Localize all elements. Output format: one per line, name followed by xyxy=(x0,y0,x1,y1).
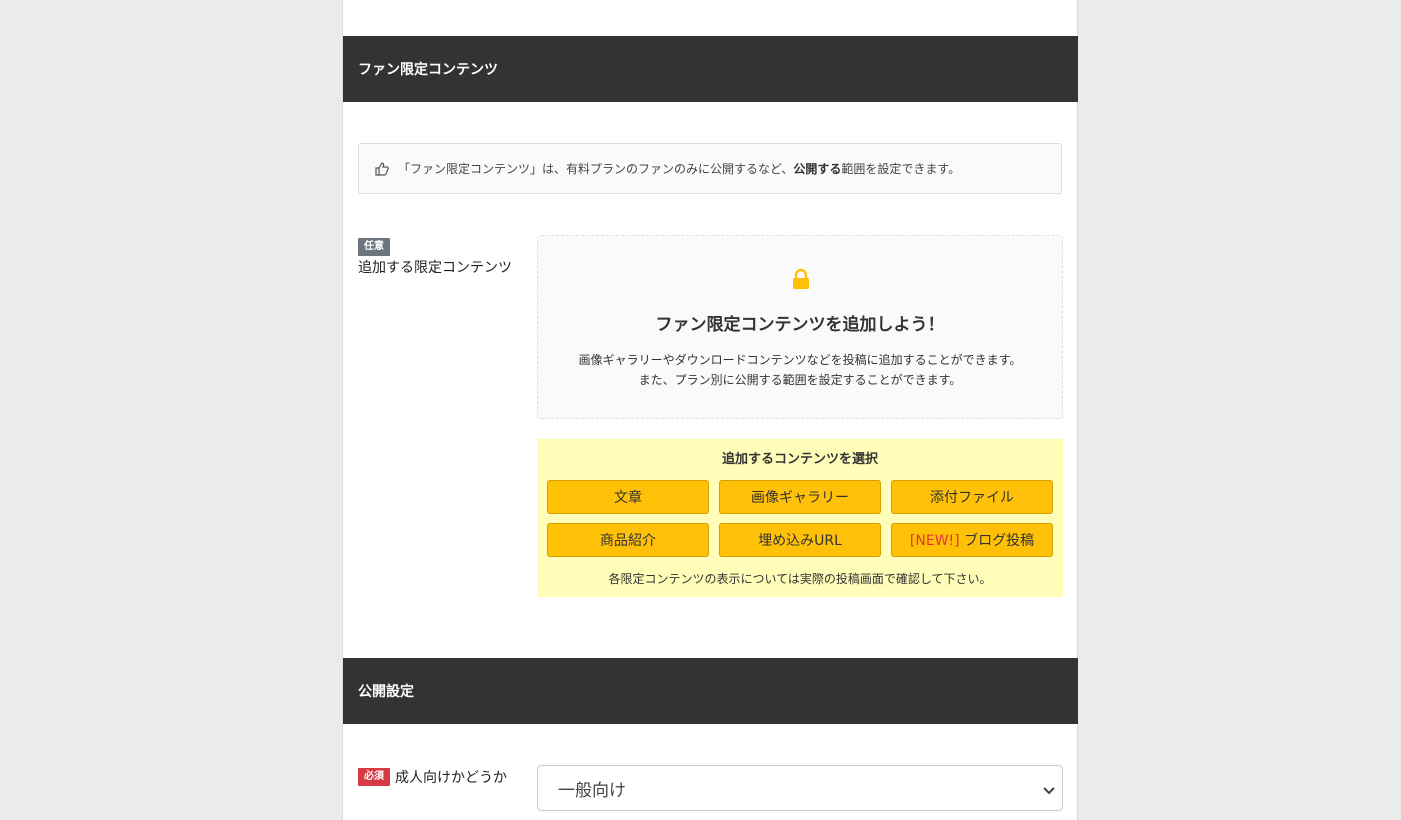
empty-state-desc-line-1: 画像ギャラリーやダウンロードコンテンツなどを投稿に追加することができます。 xyxy=(578,353,1022,367)
info-text-prefix: 「ファン限定コンテンツ」は、有料プランのファンのみに公開するなど、 xyxy=(398,162,794,176)
chevron-down-icon xyxy=(1042,782,1056,802)
info-text-suffix: 範囲を設定できます。 xyxy=(841,162,961,176)
section-title: ファン限定コンテンツ xyxy=(358,62,498,78)
add-text-button[interactable]: 文章 xyxy=(547,480,709,514)
adult-rating-select[interactable]: 一般向け xyxy=(537,765,1063,811)
empty-state-box: ファン限定コンテンツを追加しよう！ 画像ギャラリーやダウンロードコンテンツなどを… xyxy=(537,235,1063,419)
add-embed-url-button[interactable]: 埋め込みURL xyxy=(719,523,881,557)
required-badge: 必須 xyxy=(358,768,390,786)
empty-state-title: ファン限定コンテンツを追加しよう！ xyxy=(655,315,945,335)
publish-settings-section-header: 公開設定 xyxy=(343,658,1078,724)
content-chooser: 追加するコンテンツを選択 文章 画像ギャラリー 添付ファイル 商品紹介 埋め込み… xyxy=(537,439,1063,597)
empty-state-desc-line-2: また、プラン別に公開する範囲を設定することができます。 xyxy=(638,373,962,387)
new-tag: [NEW!] xyxy=(909,533,960,549)
add-product-button[interactable]: 商品紹介 xyxy=(547,523,709,557)
fan-content-section-header: ファン限定コンテンツ xyxy=(343,36,1078,102)
optional-badge: 任意 xyxy=(358,238,390,256)
empty-state-description: 画像ギャラリーやダウンロードコンテンツなどを投稿に追加することができます。 また… xyxy=(538,350,1062,390)
adult-label-block: 必須 成人向けかどうか xyxy=(358,767,507,787)
limited-content-label: 追加する限定コンテンツ xyxy=(358,260,512,276)
add-attachment-button[interactable]: 添付ファイル xyxy=(891,480,1053,514)
limited-content-label-block: 任意 追加する限定コンテンツ xyxy=(358,237,512,277)
thumbs-up-icon xyxy=(375,161,390,176)
add-blog-post-button[interactable]: [NEW!] ブログ投稿 xyxy=(891,523,1053,557)
main-panel: ファン限定コンテンツ 「ファン限定コンテンツ」は、有料プランのファンのみに公開す… xyxy=(342,0,1078,820)
chooser-note: 各限定コンテンツの表示については実際の投稿画面で確認して下さい。 xyxy=(608,572,992,586)
chooser-heading: 追加するコンテンツを選択 xyxy=(721,452,878,467)
adult-rating-selected-value: 一般向け xyxy=(558,780,626,801)
blog-post-label: ブログ投稿 xyxy=(964,533,1035,549)
lock-icon xyxy=(791,268,811,294)
info-text-bold: 公開する xyxy=(793,162,842,176)
info-notice: 「ファン限定コンテンツ」は、有料プランのファンのみに公開するなど、 公開する 範… xyxy=(358,143,1062,194)
adult-label: 成人向けかどうか xyxy=(395,770,507,786)
section-title: 公開設定 xyxy=(358,684,414,700)
add-image-gallery-button[interactable]: 画像ギャラリー xyxy=(719,480,881,514)
